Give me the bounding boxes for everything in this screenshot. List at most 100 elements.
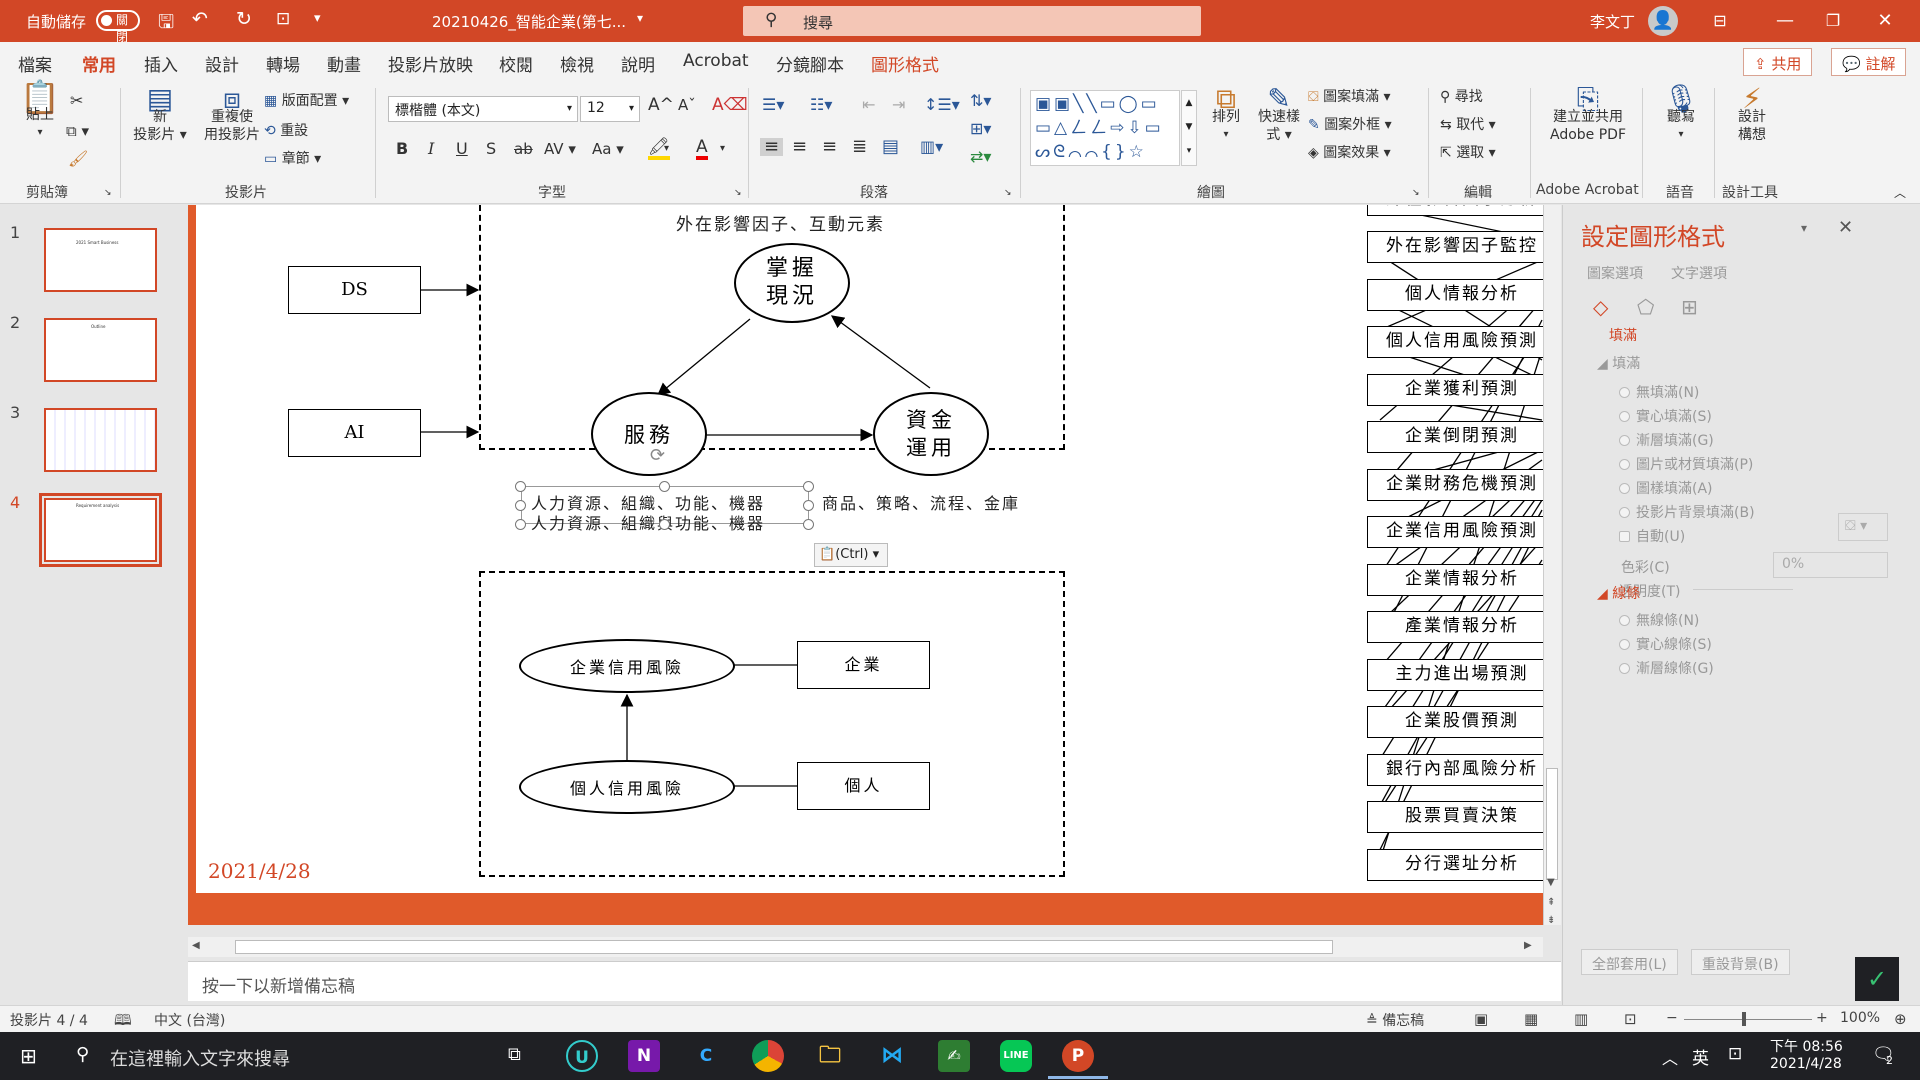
analysis-box[interactable]: 個人情報分析	[1367, 279, 1543, 311]
tab-design[interactable]: 設計	[205, 51, 239, 76]
sorter-view-icon[interactable]: ▦	[1524, 1010, 1538, 1028]
shapes-gallery-scroll[interactable]: ▲ ▼ ▾	[1181, 90, 1197, 166]
tab-file[interactable]: 檔案	[18, 51, 52, 76]
ime-indicator[interactable]: 英	[1692, 1044, 1709, 1069]
line-option[interactable]: 漸層線條(G)	[1619, 658, 1714, 678]
strikethrough-icon[interactable]: ab	[514, 140, 533, 158]
language-indicator[interactable]: 中文 (台灣)	[154, 1010, 225, 1030]
ribbon-display-icon[interactable]: ⊟	[1705, 6, 1735, 36]
notes-toggle[interactable]: ≜ 備忘稿	[1366, 1010, 1424, 1030]
taskbar-search[interactable]: 在這裡輸入文字來搜尋	[110, 1045, 290, 1071]
search-box[interactable]: ⚲ 搜尋	[743, 6, 1201, 36]
powerpoint-icon[interactable]: P	[1062, 1040, 1094, 1072]
font-name-select[interactable]: 標楷體 (本文) ▾	[388, 96, 578, 122]
collapse-ribbon-icon[interactable]: ︿	[1894, 184, 1906, 202]
fill-option[interactable]: 圖樣填滿(A)	[1619, 478, 1713, 498]
smartart-icon[interactable]: ⇄▾	[970, 148, 991, 166]
select-button[interactable]: ⇱ 選取 ▾	[1440, 144, 1496, 162]
increase-indent-icon[interactable]: ⇥	[892, 96, 905, 114]
customize-qat-icon[interactable]: ▾	[314, 11, 321, 26]
service-circle[interactable]: 服務	[591, 392, 707, 476]
analysis-box[interactable]: 產業情報分析	[1367, 611, 1543, 643]
comments-button[interactable]: 💬 註解	[1831, 48, 1907, 76]
shape-fill-button[interactable]: ⛋ 圖案填滿 ▾	[1308, 88, 1391, 106]
resize-handle[interactable]	[659, 481, 670, 492]
file-explorer-icon[interactable]: 🗀	[814, 1040, 846, 1072]
reuse-slides-button[interactable]: ⧈ 重複使 用投影片	[200, 85, 264, 144]
analysis-box[interactable]: 企業股價預測	[1367, 706, 1543, 738]
tab-shape-options[interactable]: 圖案選項	[1587, 263, 1643, 283]
tab-transitions[interactable]: 轉場	[266, 51, 300, 76]
slide-thumbnail-3[interactable]	[44, 408, 157, 472]
font-color-icon[interactable]: A	[696, 138, 708, 160]
status-circle[interactable]: 掌握 現況	[734, 243, 850, 323]
fill-option[interactable]: 投影片背景填滿(B)	[1619, 502, 1755, 522]
paste-button[interactable]: 📋 貼上 ▾	[18, 81, 62, 142]
pane-options-icon[interactable]: ▾	[1801, 221, 1807, 235]
line-option[interactable]: 無線條(N)	[1619, 610, 1699, 630]
slide-thumbnail-1[interactable]: 2021 Smart Business	[44, 228, 157, 292]
avatar[interactable]: 👤	[1648, 6, 1678, 36]
design-ideas-button[interactable]: ⚡ 設計 構想	[1730, 85, 1774, 144]
slide-thumbnail-4[interactable]: Requirement analysis	[39, 493, 162, 567]
clipboard-launcher-icon[interactable]: ↘	[104, 184, 112, 202]
analysis-box[interactable]: 外在影響因子監控	[1367, 231, 1543, 263]
lower-dashed-frame[interactable]	[479, 571, 1065, 877]
align-right-icon[interactable]: ≡	[822, 138, 837, 156]
tab-home[interactable]: 常用	[82, 51, 116, 84]
char-spacing-icon[interactable]: AV ▾	[544, 140, 576, 158]
format-painter-icon[interactable]: 🖌	[68, 150, 88, 168]
task-view-icon[interactable]: ⧉	[508, 1044, 521, 1065]
reset-button[interactable]: ⟲ 重設	[264, 122, 308, 140]
layout-button[interactable]: ▦ 版面配置 ▾	[264, 92, 349, 110]
analysis-box[interactable]: 企業倒閉預測	[1367, 421, 1543, 453]
line-spacing-icon[interactable]: ↕☰▾	[924, 96, 960, 114]
shrink-font-icon[interactable]: Aˇ	[678, 96, 696, 114]
horizontal-scroll-thumb[interactable]	[235, 940, 1333, 954]
tab-animations[interactable]: 動畫	[327, 51, 361, 76]
upwork-icon[interactable]: U	[566, 1040, 598, 1072]
shapes-gallery[interactable]: ▣▣╲╲▭◯▭ ▭△ㄥㄥ⇨⇩▭ ᔕᘓ⌒⌒{}☆	[1030, 90, 1180, 166]
color-picker[interactable]: ⛋ ▾	[1838, 513, 1888, 541]
zoom-level[interactable]: 100%	[1840, 1010, 1880, 1026]
transparency-input[interactable]: 0%	[1773, 552, 1888, 578]
dictate-button[interactable]: 🎙 聽寫 ▾	[1660, 85, 1702, 144]
columns-icon[interactable]: ▥▾	[920, 138, 943, 156]
size-properties-icon[interactable]: ⊞	[1681, 295, 1698, 319]
arrange-button[interactable]: ⧉ 排列 ▾	[1204, 85, 1248, 144]
minimize-icon[interactable]: —	[1770, 6, 1800, 36]
shadow-icon[interactable]: S	[486, 140, 496, 158]
zoom-slider-thumb[interactable]	[1742, 1012, 1746, 1026]
textbox-line-2[interactable]: 人力資源、組織與功能、機器	[531, 510, 765, 534]
tab-storyboard[interactable]: 分鏡腳本	[776, 51, 844, 76]
normal-view-icon[interactable]: ▣	[1474, 1010, 1488, 1028]
text-direction-icon[interactable]: ⇅▾	[970, 92, 991, 110]
ds-box[interactable]: DS	[288, 266, 421, 314]
align-left-icon[interactable]: ≡	[760, 138, 784, 156]
numbering-icon[interactable]: ☷▾	[810, 96, 832, 114]
notes-pane[interactable]: 按一下以新增備忘稿	[188, 961, 1561, 1001]
enterprise-risk-ellipse[interactable]: 企業信用風險	[519, 639, 735, 693]
shape-outline-button[interactable]: ✎ 圖案外框 ▾	[1308, 116, 1392, 134]
personal-box[interactable]: 個人	[797, 762, 930, 810]
fill-option[interactable]: 漸層填滿(G)	[1619, 430, 1714, 450]
find-button[interactable]: ⚲ 尋找	[1440, 88, 1483, 106]
textbox-line-1-right[interactable]: 商品、策略、流程、金庫	[822, 490, 1020, 514]
cut-icon[interactable]: ✂	[70, 92, 83, 110]
resize-handle[interactable]	[803, 500, 814, 511]
tab-acrobat[interactable]: Acrobat	[683, 51, 749, 71]
apply-all-button[interactable]: 全部套用(L)	[1581, 949, 1678, 975]
tab-slideshow[interactable]: 投影片放映	[388, 51, 473, 76]
change-case-icon[interactable]: Aa ▾	[592, 140, 624, 158]
capital-circle[interactable]: 資金 運用	[873, 392, 989, 476]
justify-icon[interactable]: ≣	[852, 138, 867, 156]
slide-canvas[interactable]: DS AI 外在影響因子、互動元素 掌握 現況 服務 資金 運用 ⟳ 人力資源、…	[188, 205, 1543, 925]
reading-view-icon[interactable]: ▥	[1574, 1010, 1588, 1028]
create-pdf-button[interactable]: ⎘ 建立並共用 Adobe PDF	[1540, 85, 1636, 144]
new-slide-button[interactable]: ▤ 新 投影片 ▾	[132, 85, 188, 144]
reset-background-button[interactable]: 重設背景(B)	[1691, 949, 1790, 975]
font-size-select[interactable]: 12 ▾	[580, 96, 640, 122]
resize-handle[interactable]	[515, 500, 526, 511]
resize-handle[interactable]	[515, 481, 526, 492]
effects-icon[interactable]: ⬠	[1637, 295, 1654, 319]
